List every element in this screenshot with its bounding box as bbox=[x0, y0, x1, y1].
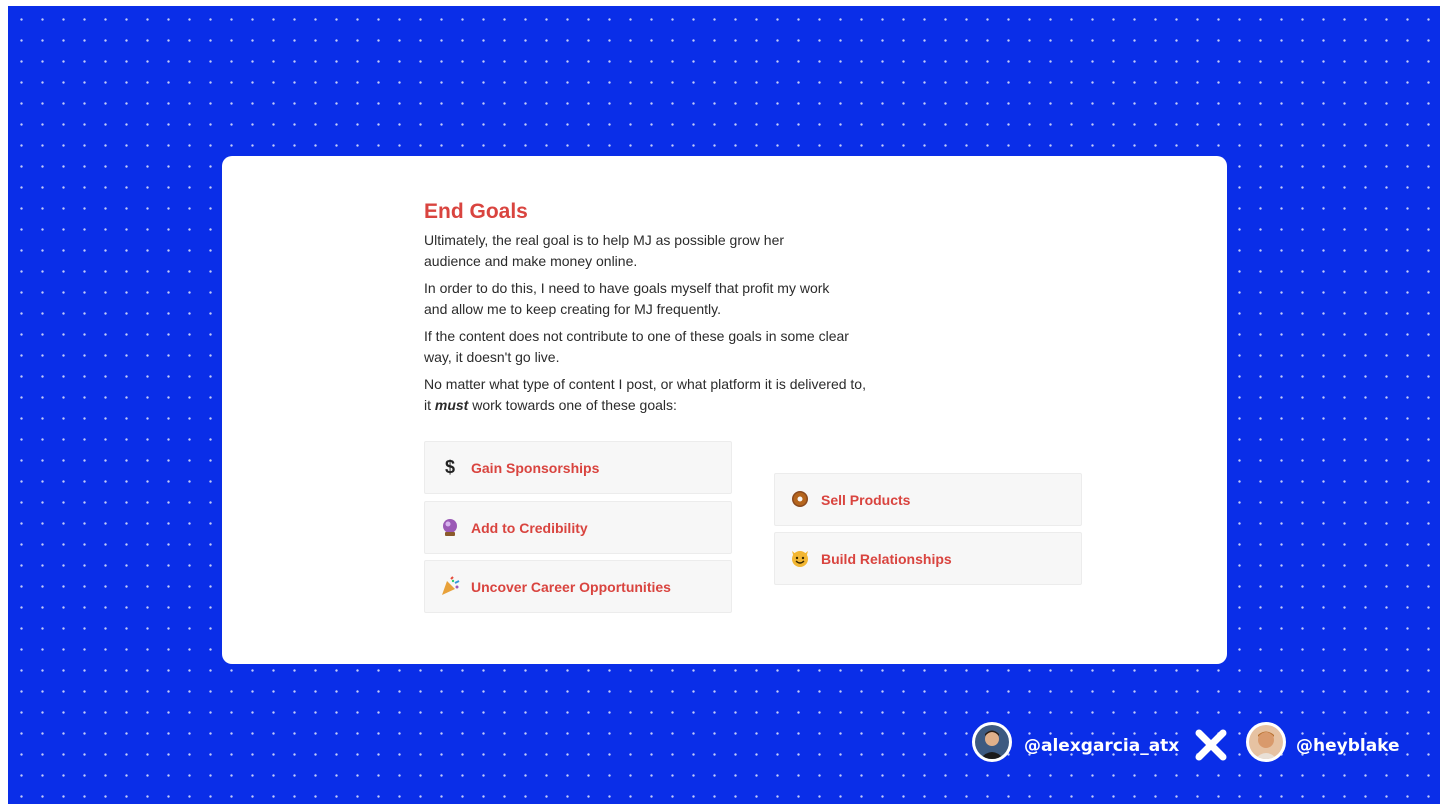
goal-label: Gain Sponsorships bbox=[471, 460, 600, 476]
paragraph-line: way, it doesn't go live. bbox=[424, 349, 560, 365]
goal-label: Add to Credibility bbox=[471, 520, 588, 536]
goal-gain-sponsorships: $ Gain Sponsorships bbox=[424, 441, 732, 494]
paragraph-line: audience and make money online. bbox=[424, 253, 638, 269]
cat-face-icon bbox=[789, 547, 811, 569]
goal-label: Uncover Career Opportunities bbox=[471, 579, 671, 595]
paragraph-1: Ultimately, the real goal is to help MJ … bbox=[424, 230, 984, 272]
paragraph-line: Ultimately, the real goal is to help MJ … bbox=[424, 232, 785, 248]
goal-uncover-career-opportunities: Uncover Career Opportunities bbox=[424, 560, 732, 613]
paragraph-line: In order to do this, I need to have goal… bbox=[424, 280, 830, 296]
emphasis-text: must bbox=[434, 397, 469, 413]
text-suffix: work towards one of these goals: bbox=[468, 397, 677, 413]
goal-add-to-credibility: Add to Credibility bbox=[424, 501, 732, 554]
paragraph-2: In order to do this, I need to have goal… bbox=[424, 278, 984, 320]
avatar-heyblake[interactable] bbox=[1246, 722, 1286, 762]
text-prefix: it bbox=[424, 397, 435, 413]
paragraph-line: No matter what type of content I post, o… bbox=[424, 376, 866, 392]
slide-background: End Goals Ultimately, the real goal is t… bbox=[8, 6, 1440, 804]
x-separator-icon bbox=[1193, 727, 1229, 763]
paragraph-line: If the content does not contribute to on… bbox=[424, 328, 849, 344]
paragraph-line-emphasis: it must work towards one of these goals: bbox=[424, 395, 984, 416]
avatar-alexgarcia[interactable] bbox=[972, 722, 1012, 762]
dollar-icon: $ bbox=[444, 457, 455, 477]
goal-sell-products: Sell Products bbox=[774, 473, 1082, 526]
goal-label: Build Relationships bbox=[821, 551, 952, 567]
paragraph-4: No matter what type of content I post, o… bbox=[424, 374, 984, 416]
handle-alexgarcia[interactable]: @alexgarcia_atx bbox=[1024, 736, 1179, 756]
goal-label: Sell Products bbox=[821, 492, 911, 508]
credits-footer: @alexgarcia_atx @heyblake bbox=[972, 722, 1440, 782]
party-popper-icon bbox=[439, 575, 461, 597]
paragraph-3: If the content does not contribute to on… bbox=[424, 326, 984, 368]
crystal-ball-icon bbox=[439, 516, 461, 538]
goal-build-relationships: Build Relationships bbox=[774, 532, 1082, 585]
handle-heyblake[interactable]: @heyblake bbox=[1296, 736, 1400, 756]
paragraph-line: and allow me to keep creating for MJ fre… bbox=[424, 301, 722, 317]
page-title: End Goals bbox=[424, 200, 528, 223]
content-card: End Goals Ultimately, the real goal is t… bbox=[222, 156, 1227, 664]
donut-icon bbox=[789, 488, 811, 510]
card-content: End Goals Ultimately, the real goal is t… bbox=[424, 200, 984, 422]
